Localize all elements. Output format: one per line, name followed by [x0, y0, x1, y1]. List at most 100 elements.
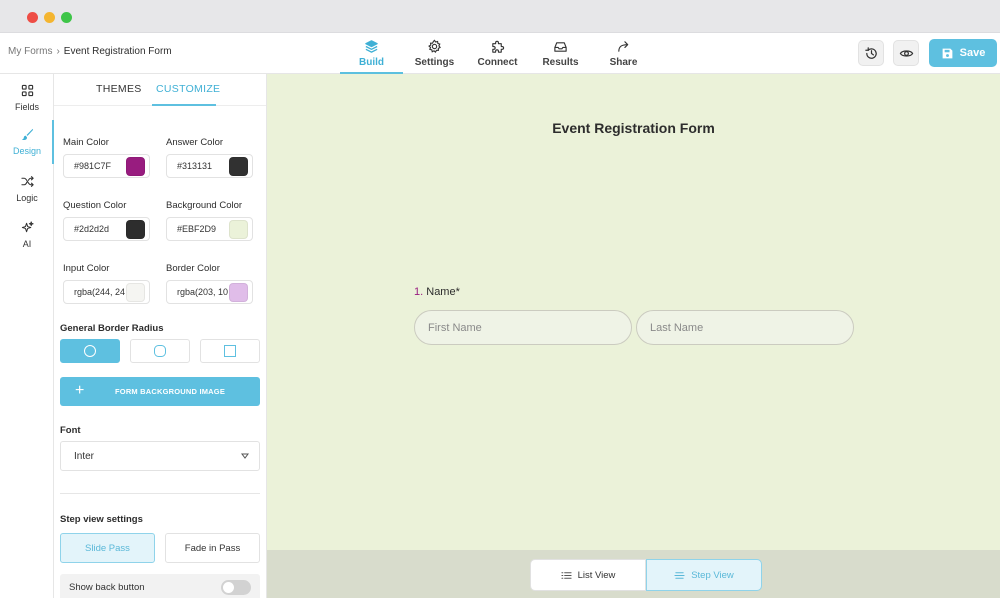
breadcrumb-my-forms[interactable]: My Forms — [8, 46, 52, 57]
tab-results[interactable]: Results — [529, 33, 592, 74]
answer-color-value: #313131 — [177, 161, 213, 171]
window-close-button[interactable] — [27, 12, 38, 23]
main-color-field: Main Color #981C7F — [63, 137, 151, 178]
question-label[interactable]: 1. Name* — [414, 286, 460, 298]
question-color-value: #2d2d2d — [74, 224, 110, 234]
rail-item-fields[interactable]: Fields — [0, 76, 54, 120]
answer-color-input[interactable]: #313131 — [166, 154, 253, 178]
panel-tabs: THEMES CUSTOMIZE — [54, 74, 266, 106]
toggle-knob — [223, 582, 234, 593]
rounded-square-icon — [154, 345, 166, 357]
rail-item-design-label: Design — [12, 146, 41, 156]
section-divider — [60, 493, 260, 494]
first-name-input[interactable] — [415, 311, 631, 344]
tab-share-label: Share — [609, 57, 638, 68]
tab-build[interactable]: Build — [340, 33, 403, 74]
question-color-field: Question Color #2d2d2d — [63, 200, 151, 241]
save-button[interactable]: Save — [929, 39, 997, 67]
gear-icon — [428, 39, 441, 54]
border-radius-label: General Border Radius — [60, 323, 164, 334]
show-back-button-toggle[interactable] — [221, 580, 251, 595]
tab-settings[interactable]: Settings — [403, 33, 466, 74]
top-bar: My Forms › Event Registration Form Build S… — [0, 33, 1000, 74]
tab-settings-label: Settings — [414, 57, 455, 68]
eye-icon — [899, 49, 913, 57]
sparkle-icon — [21, 221, 34, 233]
border-color-swatch[interactable] — [229, 283, 248, 302]
input-color-value: rgba(244, 24 — [74, 287, 126, 297]
brush-icon — [21, 128, 33, 141]
last-name-input[interactable] — [637, 311, 853, 344]
fade-in-pass-option[interactable]: Fade in Pass — [165, 533, 260, 563]
tab-customize[interactable]: CUSTOMIZE — [156, 83, 220, 95]
rail-item-logic-label: Logic — [16, 193, 38, 203]
question-number: 1. — [414, 286, 424, 298]
input-color-input[interactable]: rgba(244, 24 — [63, 280, 150, 304]
window-maximize-button[interactable] — [61, 12, 72, 23]
plus-icon: + — [75, 382, 85, 399]
shuffle-icon — [20, 176, 34, 187]
radius-option-rounded[interactable] — [130, 339, 190, 363]
font-select[interactable]: Inter — [60, 441, 260, 471]
share-arrow-icon — [618, 41, 629, 52]
form-background-image-button[interactable]: + FORM BACKGROUND IMAGE — [60, 377, 260, 406]
list-view-button[interactable]: List View — [530, 559, 646, 591]
border-color-label: Border Color — [166, 263, 220, 274]
background-color-input[interactable]: #EBF2D9 — [166, 217, 253, 241]
history-button[interactable] — [858, 40, 884, 66]
puzzle-icon — [492, 40, 505, 53]
border-color-input[interactable]: rgba(203, 10 — [166, 280, 253, 304]
slide-pass-option[interactable]: Slide Pass — [60, 533, 155, 563]
question-color-swatch[interactable] — [126, 220, 145, 239]
radius-option-square[interactable] — [200, 339, 260, 363]
background-color-label: Background Color — [166, 200, 243, 211]
tab-connect[interactable]: Connect — [466, 33, 529, 74]
circle-shape-icon — [84, 345, 96, 357]
view-switcher-bar: List View Step View — [267, 550, 1000, 598]
rail-item-fields-label: Fields — [14, 102, 39, 112]
border-color-field: Border Color rgba(203, 10 — [166, 263, 254, 304]
tab-build-label: Build — [359, 57, 384, 68]
show-back-button-row: Show back button — [60, 574, 260, 598]
tab-themes[interactable]: THEMES — [96, 83, 142, 95]
radius-option-round[interactable] — [60, 339, 120, 363]
required-marker: * — [455, 286, 460, 298]
breadcrumb: My Forms › Event Registration Form — [8, 46, 172, 57]
rail-item-logic[interactable]: Logic — [0, 167, 54, 211]
rail-item-design[interactable]: Design — [0, 120, 54, 164]
window-minimize-button[interactable] — [44, 12, 55, 23]
layers-icon — [365, 40, 378, 53]
floppy-disk-icon — [942, 48, 953, 58]
list-view-label: List View — [577, 569, 616, 581]
step-lines-icon — [674, 571, 685, 579]
tab-share[interactable]: Share — [592, 33, 655, 74]
rail-item-ai[interactable]: AI — [0, 213, 54, 257]
input-color-swatch[interactable] — [126, 283, 145, 302]
answer-color-label: Answer Color — [166, 137, 224, 148]
form-title[interactable]: Event Registration Form — [267, 120, 1000, 136]
step-view-button[interactable]: Step View — [646, 559, 762, 591]
form-background-image-label: FORM BACKGROUND IMAGE — [115, 387, 226, 396]
last-name-field[interactable] — [636, 310, 854, 345]
step-view-label: Step View — [691, 569, 734, 581]
answer-color-swatch[interactable] — [229, 157, 248, 176]
background-color-swatch[interactable] — [229, 220, 248, 239]
first-name-field[interactable] — [414, 310, 632, 345]
border-color-value: rgba(203, 10 — [177, 287, 229, 297]
inbox-icon — [554, 42, 567, 52]
show-back-button-label: Show back button — [69, 582, 145, 593]
question-color-input[interactable]: #2d2d2d — [63, 217, 150, 241]
input-color-field: Input Color rgba(244, 24 — [63, 263, 151, 304]
step-view-settings-label: Step view settings — [60, 514, 143, 525]
history-icon — [864, 46, 877, 59]
design-panel: THEMES CUSTOMIZE Main Color #981C7F Answ… — [54, 74, 267, 598]
preview-button[interactable] — [893, 40, 919, 66]
main-color-swatch[interactable] — [126, 157, 145, 176]
tab-connect-label: Connect — [477, 57, 518, 68]
left-rail: Fields Design Logic AI — [0, 74, 54, 598]
chevron-down-icon — [241, 453, 249, 459]
input-color-label: Input Color — [63, 263, 110, 274]
question-color-label: Question Color — [63, 200, 127, 211]
question-text: Name — [426, 286, 456, 298]
main-color-input[interactable]: #981C7F — [63, 154, 150, 178]
